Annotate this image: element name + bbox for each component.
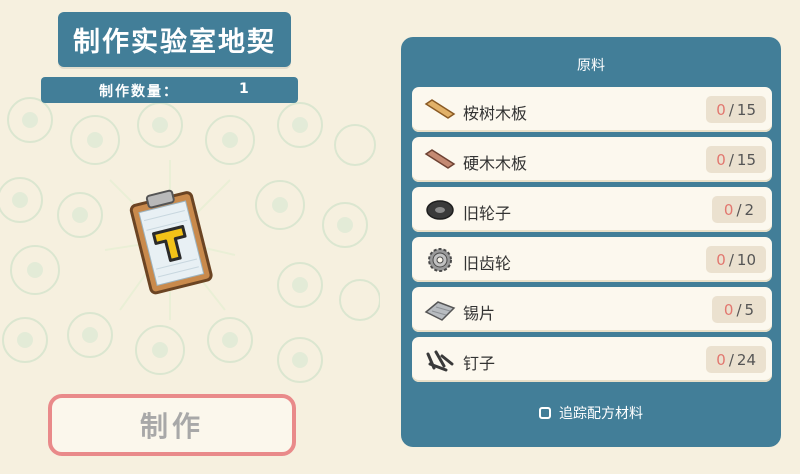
make-button[interactable]: 制作 — [48, 394, 296, 456]
quantity-bar: 制作数量： 1 — [41, 77, 298, 103]
materials-panel-title: 原料 — [577, 58, 605, 74]
material-row-nails[interactable]: 钉子 0/24 — [412, 337, 772, 382]
material-row-tin-sheet[interactable]: 锡片 0/5 — [412, 287, 772, 332]
material-row-old-gear[interactable]: 旧齿轮 0/10 — [412, 237, 772, 282]
material-count: 0/5 — [712, 296, 766, 323]
materials-panel: 原料 桉树木板 0/15 硬木木板 0/15 旧轮子 0/2 旧齿轮 0/10 — [401, 37, 781, 447]
material-count: 0/15 — [706, 146, 766, 173]
track-materials-toggle[interactable]: 追踪配方材料 — [401, 403, 781, 423]
material-name: 旧齿轮 — [463, 254, 512, 273]
material-count: 0/10 — [706, 246, 766, 273]
material-count: 0/15 — [706, 96, 766, 123]
plank-light-icon — [424, 99, 456, 119]
material-name: 锡片 — [463, 304, 496, 323]
material-count: 0/2 — [712, 196, 766, 223]
gear-icon — [428, 248, 452, 272]
quantity-value[interactable]: 1 — [239, 81, 249, 97]
track-checkbox[interactable] — [539, 407, 551, 419]
deed-blueprint-icon — [104, 160, 236, 320]
material-row-hardwood-plank[interactable]: 硬木木板 0/15 — [412, 137, 772, 182]
material-count: 0/24 — [706, 346, 766, 373]
wheel-icon — [426, 200, 454, 220]
recipe-title: 制作实验室地契 — [58, 12, 291, 67]
material-row-eucalyptus-plank[interactable]: 桉树木板 0/15 — [412, 87, 772, 132]
plank-dark-icon — [424, 149, 456, 169]
nails-icon — [426, 350, 454, 372]
material-row-old-wheel[interactable]: 旧轮子 0/2 — [412, 187, 772, 232]
tin-sheet-icon — [424, 301, 456, 321]
quantity-label: 制作数量： — [99, 84, 179, 100]
material-name: 旧轮子 — [463, 204, 512, 223]
material-name: 硬木木板 — [463, 154, 528, 173]
track-label: 追踪配方材料 — [559, 406, 643, 422]
material-name: 钉子 — [463, 354, 496, 373]
material-name: 桉树木板 — [463, 104, 528, 123]
